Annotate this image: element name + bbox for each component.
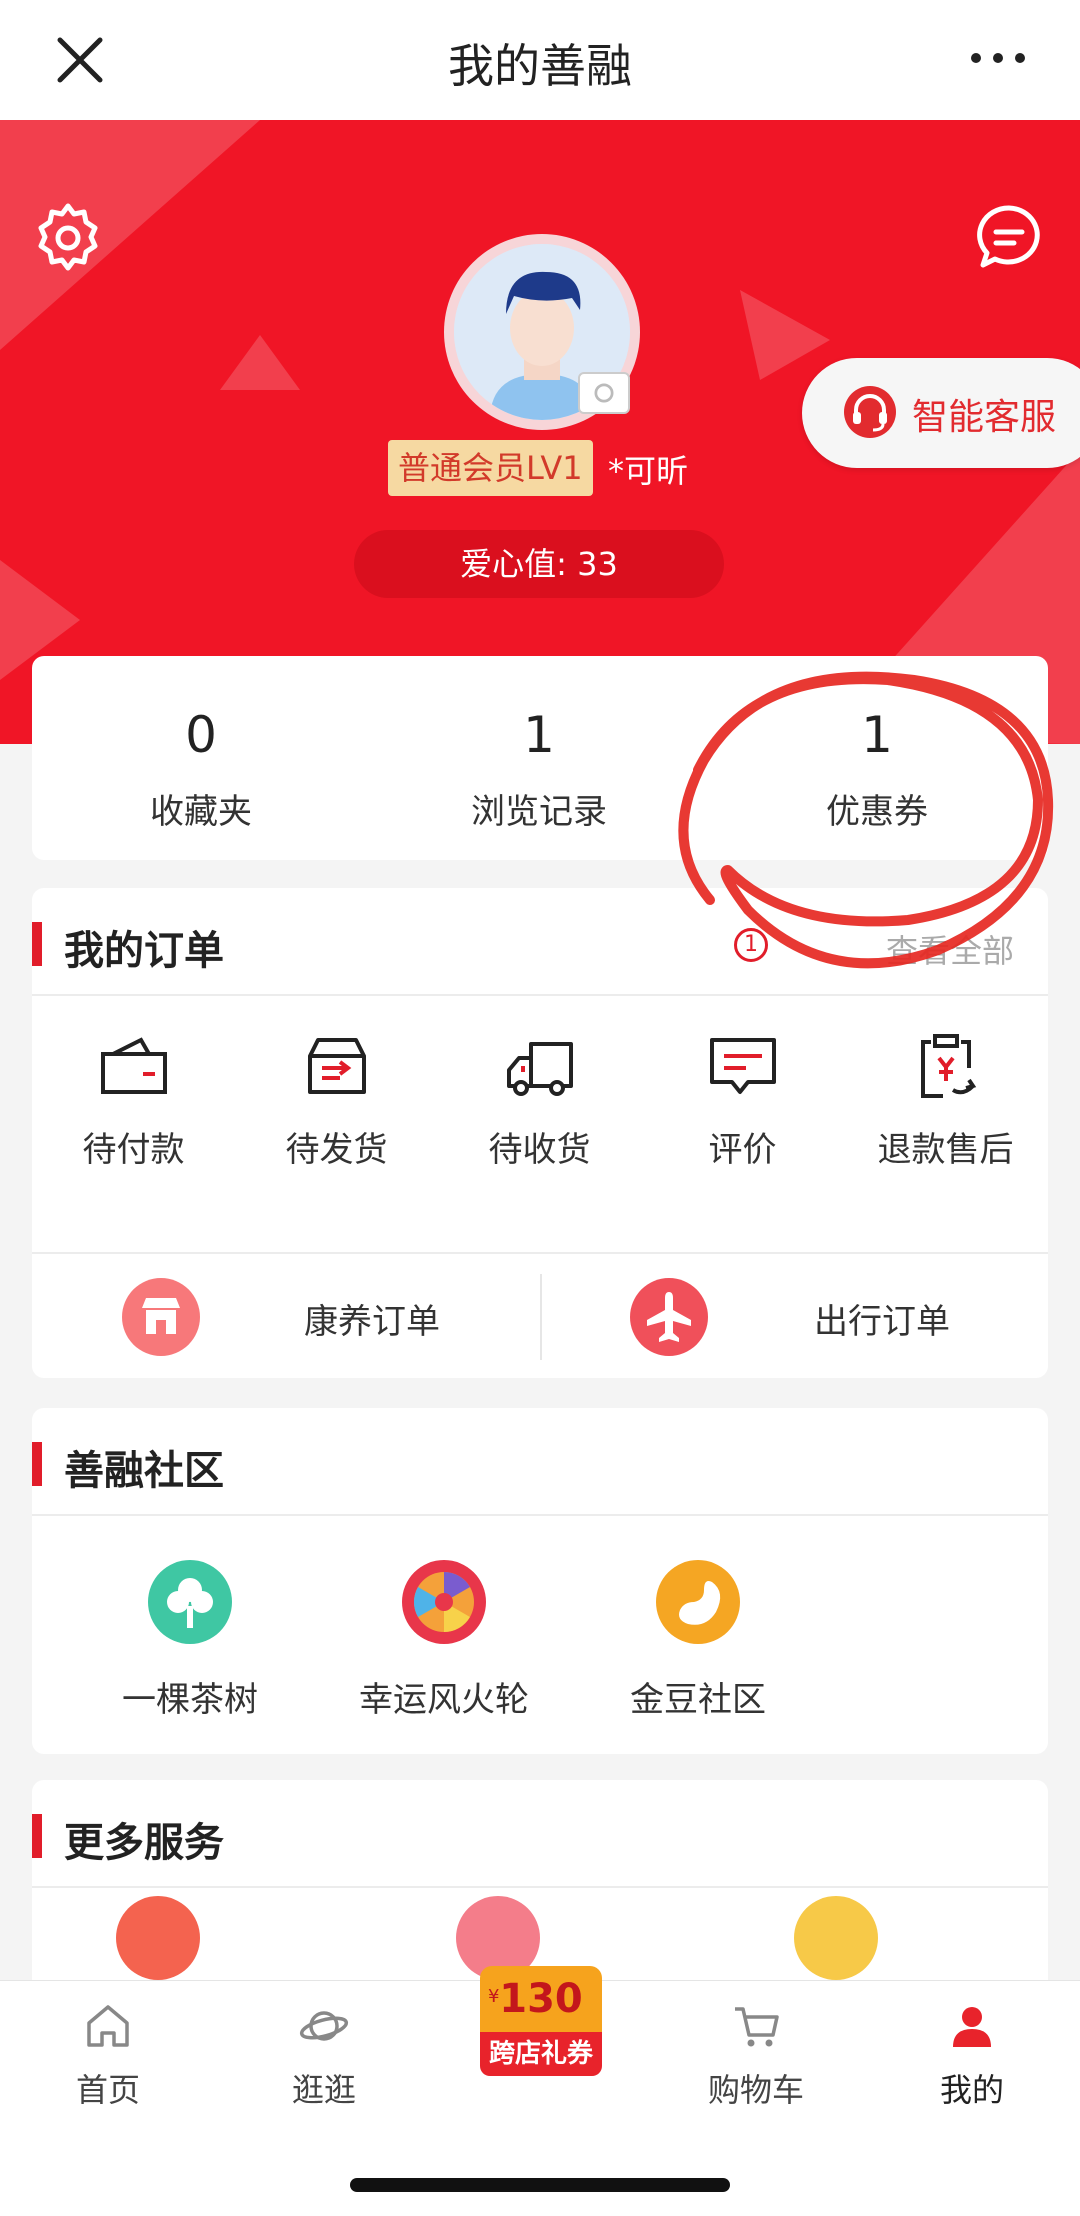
headset-icon [844,386,896,438]
order-label: 待发货 [285,1130,388,1170]
section-accent-bar [32,922,42,966]
shop-icon [122,1278,200,1356]
home-indicator[interactable] [350,2178,730,2192]
cart-icon [735,2007,779,2047]
sub-order-label: 康养订单 [304,1302,440,1342]
home-icon [87,2005,129,2047]
refund-icon [921,1034,977,1098]
order-pending-payment[interactable]: 待付款 [32,998,235,1180]
safe-area [0,2124,1080,2216]
divider [540,1274,542,1360]
member-level-badge: 普通会员LV1 [388,440,593,496]
user-icon [953,2007,991,2047]
settings-gear-icon[interactable] [32,200,104,272]
tab-label: 首页 [75,2071,140,2109]
sub-order-label: 出行订单 [814,1302,950,1342]
tab-cart[interactable]: 购物车 [648,1981,864,2125]
section-accent-bar [32,1814,42,1858]
tab-explore[interactable]: 逛逛 [216,1981,432,2125]
order-label: 待收货 [488,1130,591,1170]
order-label: 评价 [708,1130,777,1170]
order-refund[interactable]: 退款售后 [844,998,1047,1180]
stat-favorites[interactable]: 0 收藏夹 [32,656,370,860]
smart-service-label: 智能客服 [912,397,1057,438]
wallet-icon [101,1037,167,1094]
stat-label: 收藏夹 [150,792,252,832]
comment-icon [710,1038,776,1094]
service-icon-3[interactable] [794,1896,878,1980]
order-pending-shipment[interactable]: 待发货 [235,998,438,1180]
community-label: 幸运风火轮 [359,1680,529,1720]
tab-label: 购物车 [707,2071,804,2109]
community-card: 善融社区 一棵茶树 幸运风火轮 金豆社区 [32,1408,1048,1754]
plane-icon [630,1278,708,1356]
gold-bean-link[interactable]: 金豆社区 [578,1560,818,1760]
orders-title: 我的订单 [64,928,224,974]
promo-label: 跨店礼券 [480,2032,602,2076]
tab-label: 我的 [939,2071,1004,2109]
truck-icon [507,1042,573,1096]
cross-store-coupon-promo[interactable]: 130 ¥ 跨店礼券 [480,1966,602,2084]
promo-yen: ¥ [488,1986,500,2007]
planet-icon [299,2011,349,2041]
order-label: 待付款 [82,1130,185,1170]
lucky-wheel-link[interactable]: 幸运风火轮 [324,1560,564,1760]
order-review[interactable]: 评价 [641,998,844,1180]
user-nickname: *可昕 [608,452,689,490]
tab-mine[interactable]: 我的 [864,1981,1080,2125]
community-title: 善融社区 [64,1448,224,1494]
community-label: 一棵茶树 [122,1680,258,1720]
section-accent-bar [32,1442,42,1486]
more-services-title: 更多服务 [64,1820,224,1866]
message-icon[interactable] [974,202,1044,272]
health-order-link[interactable]: 康养订单 [122,1254,452,1380]
tree-icon [148,1560,232,1644]
more-icon[interactable] [968,46,1028,70]
love-value[interactable]: 爱心值: 33 [354,530,724,598]
tab-home[interactable]: 首页 [0,1981,216,2125]
camera-icon[interactable] [578,372,630,414]
tab-label: 逛逛 [291,2071,356,2109]
box-icon [308,1038,366,1094]
stat-number: 0 [185,706,217,764]
order-status-grid: 待付款 待发货 待收货 评价 退款售后 [32,998,1048,1180]
order-pending-receipt[interactable]: 待收货 [438,998,641,1180]
smart-service-button[interactable]: 智能客服 [802,358,1080,468]
wheel-icon [402,1560,486,1644]
top-nav-bar: 我的善融 [0,0,1080,120]
more-services-header: 更多服务 [32,1780,1048,1888]
bean-icon [656,1560,740,1644]
order-sub-row: 康养订单 出行订单 [32,1252,1048,1378]
tea-tree-link[interactable]: 一棵茶树 [70,1560,310,1760]
service-icon-1[interactable] [116,1896,200,1980]
coupon-highlight-circle [678,671,1054,969]
page-title: 我的善融 [448,39,632,93]
travel-order-link[interactable]: 出行订单 [630,1254,960,1380]
community-header: 善融社区 [32,1408,1048,1516]
order-label: 退款售后 [877,1130,1014,1170]
community-label: 金豆社区 [630,1680,766,1720]
